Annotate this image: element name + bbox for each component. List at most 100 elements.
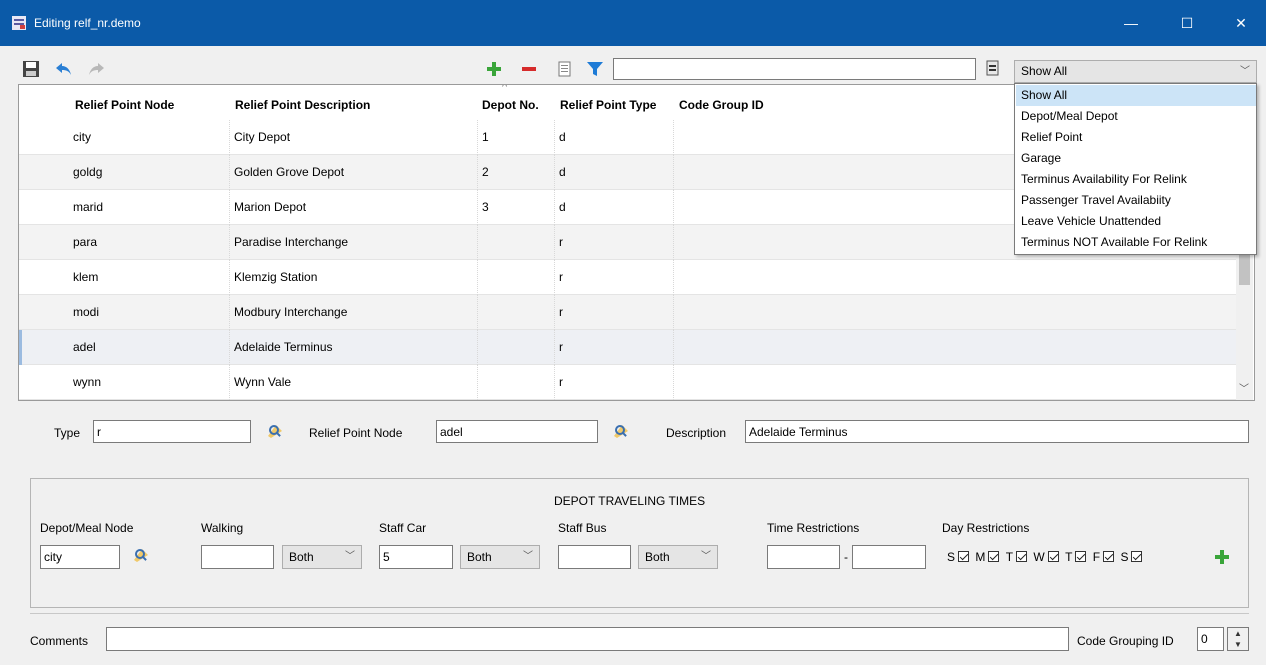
dropdown-option[interactable]: Terminus NOT Available For Relink [1016,232,1256,253]
cell-node: klem [69,260,230,295]
chevron-down-icon: ﹀ [523,551,533,562]
filter-dropdown[interactable]: Show All ﹀ [1014,60,1257,83]
staffcar-mode-value: Both [467,550,492,564]
lookup-type-icon[interactable] [266,422,284,440]
dropdown-option[interactable]: Depot/Meal Depot [1016,106,1256,127]
type-label: Type [54,426,81,440]
title-bar: Editing relf_nr.demo — ☐ ✕ [0,0,1266,46]
search-input[interactable] [613,58,976,80]
copy-icon[interactable] [555,60,573,78]
walking-field[interactable] [201,545,274,569]
time-restrictions-label: Time Restrictions [767,521,860,535]
lookup-node-icon[interactable] [612,422,630,440]
staffbus-mode-value: Both [645,550,670,564]
scrollbar-thumb[interactable] [1239,255,1250,285]
cell-description: Paradise Interchange [230,225,478,260]
separator [30,613,1249,614]
day-checkbox[interactable] [1103,551,1115,563]
staffbus-mode-select[interactable]: Both ﹀ [638,545,718,569]
staffcar-mode-select[interactable]: Both ﹀ [460,545,540,569]
close-button[interactable]: ✕ [1218,10,1264,36]
cell-type: d [555,155,674,190]
day-checkbox[interactable] [1016,551,1028,563]
comments-field[interactable] [106,627,1069,651]
table-row[interactable]: wynn Wynn Vale r [19,365,1239,400]
column-header-node[interactable]: Relief Point Node [75,85,174,125]
day-label: F [1092,549,1101,564]
undo-icon[interactable] [55,60,73,78]
dropdown-option[interactable]: Garage [1016,148,1256,169]
walking-mode-value: Both [289,550,314,564]
staffbus-label: Staff Bus [558,521,607,535]
code-grouping-spinner[interactable]: ▲ ▼ [1227,627,1249,651]
save-icon[interactable] [22,60,40,78]
cell-depot-no [478,260,555,295]
cell-description: Marion Depot [230,190,478,225]
add-depot-time-icon[interactable] [1213,548,1231,566]
sort-ascending-icon: ^ [502,84,508,93]
add-icon[interactable] [485,60,503,78]
day-restrictions-label: Day Restrictions [942,521,1030,535]
cell-node: modi [69,295,230,330]
comments-label: Comments [30,634,89,648]
app-icon [12,16,26,30]
cell-node: goldg [69,155,230,190]
cell-type: r [555,225,674,260]
dropdown-option[interactable]: Relief Point [1016,127,1256,148]
clear-filter-icon[interactable] [984,59,1002,77]
cell-node: marid [69,190,230,225]
code-grouping-field[interactable] [1197,627,1224,651]
cell-depot-no: 1 [478,120,555,155]
time-to-field[interactable] [852,545,926,569]
column-header-description[interactable]: Relief Point Description [235,85,370,125]
staffcar-field[interactable] [379,545,453,569]
day-checkbox[interactable] [958,551,970,563]
cell-depot-no [478,295,555,330]
filter-icon[interactable] [586,60,604,78]
relief-node-field[interactable] [436,420,598,443]
scroll-down-icon[interactable]: ﹀ [1239,380,1249,395]
maximize-button[interactable]: ☐ [1164,10,1210,36]
description-field[interactable] [745,420,1249,443]
day-checkbox[interactable] [1131,551,1143,563]
cell-depot-no: 2 [478,155,555,190]
dropdown-option[interactable]: Leave Vehicle Unattended [1016,211,1256,232]
redo-icon[interactable] [87,60,105,78]
dropdown-option[interactable]: Show All [1016,85,1256,106]
staffbus-field[interactable] [558,545,631,569]
cell-depot-no [478,225,555,260]
column-header-depot-no[interactable]: Depot No. [482,85,539,125]
cell-node: city [69,120,230,155]
description-label: Description [666,426,727,440]
remove-icon[interactable] [520,60,538,78]
cell-description: Wynn Vale [230,365,478,400]
table-row[interactable]: modi Modbury Interchange r [19,295,1239,330]
cell-description: Modbury Interchange [230,295,478,330]
cell-description: Klemzig Station [230,260,478,295]
day-checkbox[interactable] [988,551,1000,563]
day-label: T [1005,549,1014,564]
meal-node-field[interactable] [40,545,120,569]
table-row-selected[interactable]: adel Adelaide Terminus r [19,330,1239,365]
lookup-meal-node-icon[interactable] [132,546,150,564]
table-row[interactable]: klem Klemzig Station r [19,260,1239,295]
walking-mode-select[interactable]: Both ﹀ [282,545,362,569]
column-header-code-group[interactable]: Code Group ID [679,85,764,125]
dropdown-option[interactable]: Terminus Availability For Relink [1016,169,1256,190]
column-header-type[interactable]: Relief Point Type [560,85,656,125]
time-from-field[interactable] [767,545,840,569]
filter-dropdown-list[interactable]: Show All Depot/Meal Depot Relief Point G… [1014,83,1257,255]
type-field[interactable] [93,420,251,443]
spin-down-icon[interactable]: ▼ [1234,640,1242,649]
day-checkbox[interactable] [1075,551,1087,563]
dropdown-option[interactable]: Passenger Travel Availabiity [1016,190,1256,211]
day-label: T [1065,549,1073,564]
time-separator: - [844,550,848,564]
chevron-down-icon: ﹀ [1240,66,1250,77]
code-grouping-label: Code Grouping ID [1077,634,1174,648]
spin-up-icon[interactable]: ▲ [1234,629,1242,638]
chevron-down-icon: ﹀ [701,551,711,562]
day-checkbox[interactable] [1047,551,1059,563]
minimize-button[interactable]: — [1108,10,1154,36]
cell-type: r [555,365,674,400]
